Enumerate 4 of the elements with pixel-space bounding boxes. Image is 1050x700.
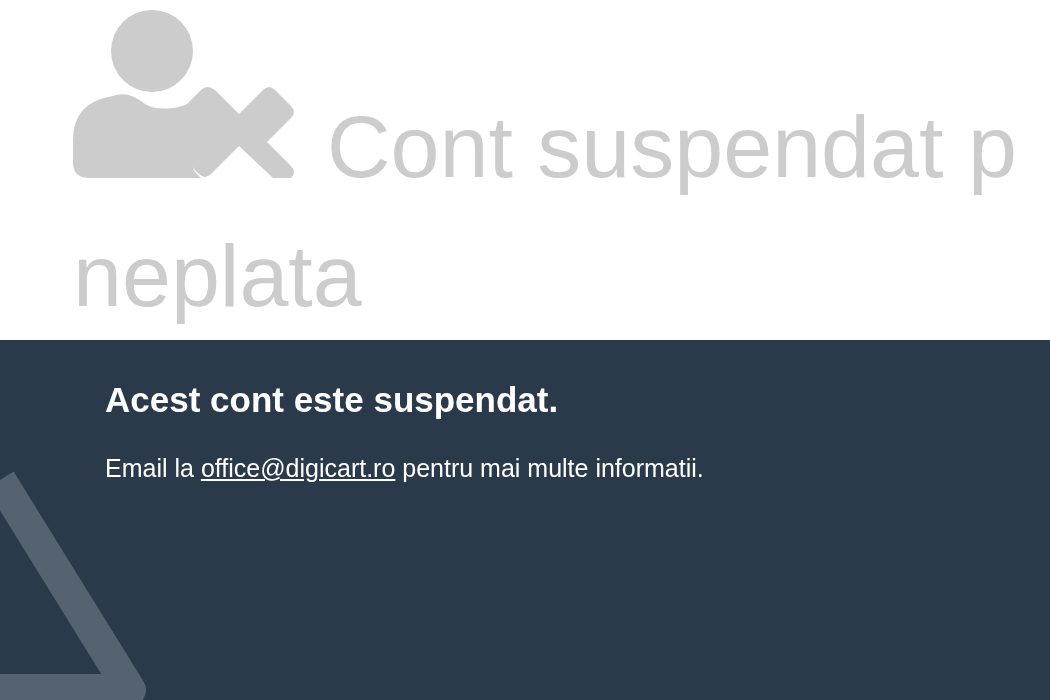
user-remove-icon: [73, 10, 297, 178]
notice-title: Acest cont este suspendat.: [105, 380, 560, 420]
notice-text: Email la office@digicart.ro pentru mai multe informatii.: [105, 454, 705, 483]
email-link[interactable]: office@digicart.ro: [200, 454, 396, 482]
